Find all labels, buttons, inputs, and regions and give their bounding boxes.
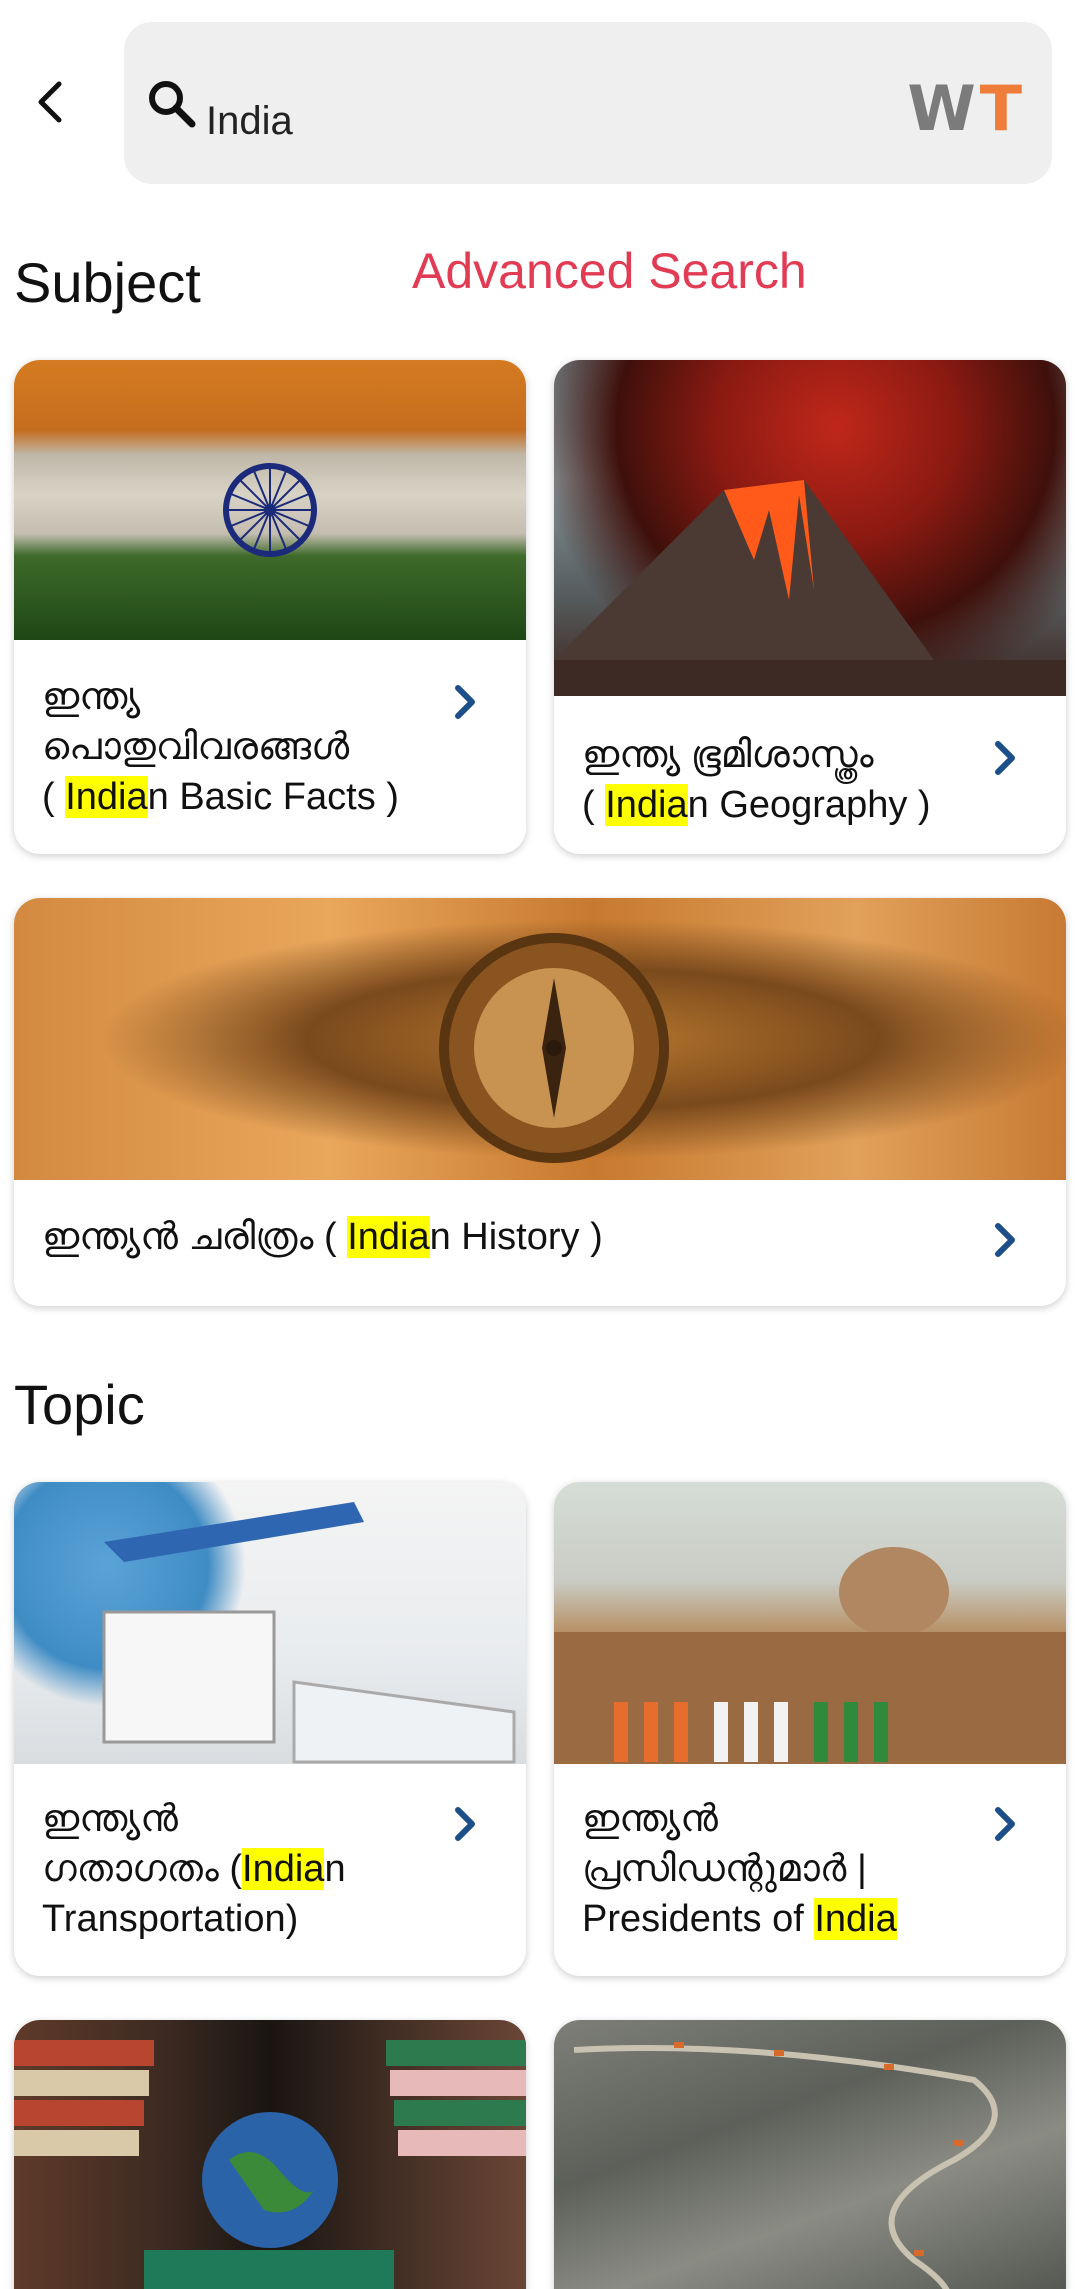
card-caption: ഇന്ത്യൻ ഗതാഗതം (Indian Transportation) bbox=[42, 1794, 346, 1944]
logo-t: T bbox=[979, 72, 1026, 145]
card-education[interactable] bbox=[14, 2020, 526, 2289]
transport-illustration bbox=[102, 1502, 516, 1764]
card-indian-history[interactable]: ഇന്ത്യൻ ചരിത്രം ( Indian History ) bbox=[14, 898, 1066, 1306]
caption-post: n bbox=[324, 1848, 346, 1890]
chevron-right-icon bbox=[995, 741, 1015, 775]
education-image bbox=[14, 2020, 526, 2289]
card-caption: ഇന്ത്യ പൊതുവിവരങ്ങൾ ( Indian Basic Facts… bbox=[42, 672, 399, 822]
caption-line-malayalam-2: പൊതുവിവരങ്ങൾ bbox=[42, 726, 350, 768]
caption-pre: ഇന്ത്യൻ ചരിത്രം ( bbox=[42, 1216, 348, 1258]
caption-post: n Basic Facts ) bbox=[147, 776, 399, 818]
caption-line-malayalam-2: പ്രസിഡന്റുമാർ | bbox=[582, 1848, 867, 1890]
card-caption: ഇന്ത്യൻ ചരിത്രം ( Indian History ) bbox=[42, 1212, 603, 1262]
card-caption: ഇന്ത്യ ഭൂമിശാസ്ത്രം ( Indian Geography ) bbox=[582, 730, 931, 830]
caption-line-english: ( Indian Geography ) bbox=[582, 780, 931, 830]
volcano-image bbox=[554, 360, 1066, 696]
card-indian-geography[interactable]: ഇന്ത്യ ഭൂമിശാസ്ത്രം ( Indian Geography ) bbox=[554, 360, 1066, 854]
chevron-right-icon bbox=[455, 1807, 475, 1841]
search-highlight: India bbox=[242, 1848, 325, 1890]
logo-w: W bbox=[907, 72, 980, 145]
topic-heading: Topic bbox=[14, 1373, 145, 1436]
caption-line-malayalam: ഇന്ത്യ bbox=[42, 676, 141, 718]
caption-post: n History ) bbox=[429, 1216, 603, 1258]
caption-post: n Geography ) bbox=[687, 784, 931, 826]
search-highlight: India bbox=[65, 776, 148, 818]
search-highlight: India bbox=[814, 1898, 897, 1940]
card-mountain-road[interactable] bbox=[554, 2020, 1066, 2289]
card-indian-transportation[interactable]: ഇന്ത്യൻ ഗതാഗതം (Indian Transportation) bbox=[14, 1482, 526, 1976]
caption-line: ഇന്ത്യൻ ചരിത്രം ( Indian History ) bbox=[42, 1212, 603, 1262]
volcano-illustration bbox=[554, 480, 1066, 696]
india-flag-image bbox=[14, 360, 526, 640]
rashtrapati-bhavan-image bbox=[554, 1482, 1066, 1764]
search-bar[interactable]: India WT bbox=[124, 22, 1052, 184]
caption-line-malayalam: ഇന്ത്യൻ bbox=[582, 1798, 718, 1840]
chevron-right-icon bbox=[995, 1807, 1015, 1841]
caption-line-mixed: ഗതാഗതം (Indian bbox=[42, 1844, 346, 1894]
transportation-image bbox=[14, 1482, 526, 1764]
caption-line-english: Transportation) bbox=[42, 1898, 299, 1940]
wt-logo: WT bbox=[907, 72, 1026, 145]
chevron-right-icon bbox=[995, 1223, 1015, 1257]
mountain-road-image bbox=[554, 2020, 1066, 2289]
card-indian-basic-facts[interactable]: ഇന്ത്യ പൊതുവിവരങ്ങൾ ( Indian Basic Facts… bbox=[14, 360, 526, 854]
caption-line-malayalam: ഇന്ത്യൻ bbox=[42, 1798, 178, 1840]
caption-pre: Presidents of bbox=[582, 1898, 815, 1940]
subject-heading: Subject bbox=[14, 251, 201, 314]
compass-illustration bbox=[439, 933, 669, 1163]
building-illustration bbox=[554, 1547, 1066, 1764]
caption-pre: ഗതാഗതം ( bbox=[42, 1848, 243, 1890]
ashoka-chakra-icon bbox=[223, 463, 317, 557]
caption-line-malayalam: ഇന്ത്യ ഭൂമിശാസ്ത്രം bbox=[582, 734, 874, 776]
caption-line-english: Presidents of India bbox=[582, 1894, 897, 1944]
caption-pre: ( bbox=[42, 776, 66, 818]
caption-pre: ( bbox=[582, 784, 606, 826]
caption-line-english: ( Indian Basic Facts ) bbox=[42, 772, 399, 822]
advanced-search-link[interactable]: Advanced Search bbox=[412, 242, 807, 300]
chevron-right-icon bbox=[455, 685, 475, 719]
search-highlight: India bbox=[605, 784, 688, 826]
search-highlight: India bbox=[347, 1216, 430, 1258]
back-button[interactable] bbox=[22, 70, 78, 134]
books-globe-illustration bbox=[14, 2040, 526, 2289]
search-input[interactable]: India bbox=[206, 99, 293, 144]
compass-map-image bbox=[14, 898, 1066, 1180]
card-caption: ഇന്ത്യൻ പ്രസിഡന്റുമാർ | Presidents of In… bbox=[582, 1794, 897, 1944]
card-presidents-of-india[interactable]: ഇന്ത്യൻ പ്രസിഡന്റുമാർ | Presidents of In… bbox=[554, 1482, 1066, 1976]
arrow-back-icon bbox=[38, 81, 62, 123]
road-illustration bbox=[573, 2042, 998, 2289]
search-icon bbox=[149, 81, 196, 128]
